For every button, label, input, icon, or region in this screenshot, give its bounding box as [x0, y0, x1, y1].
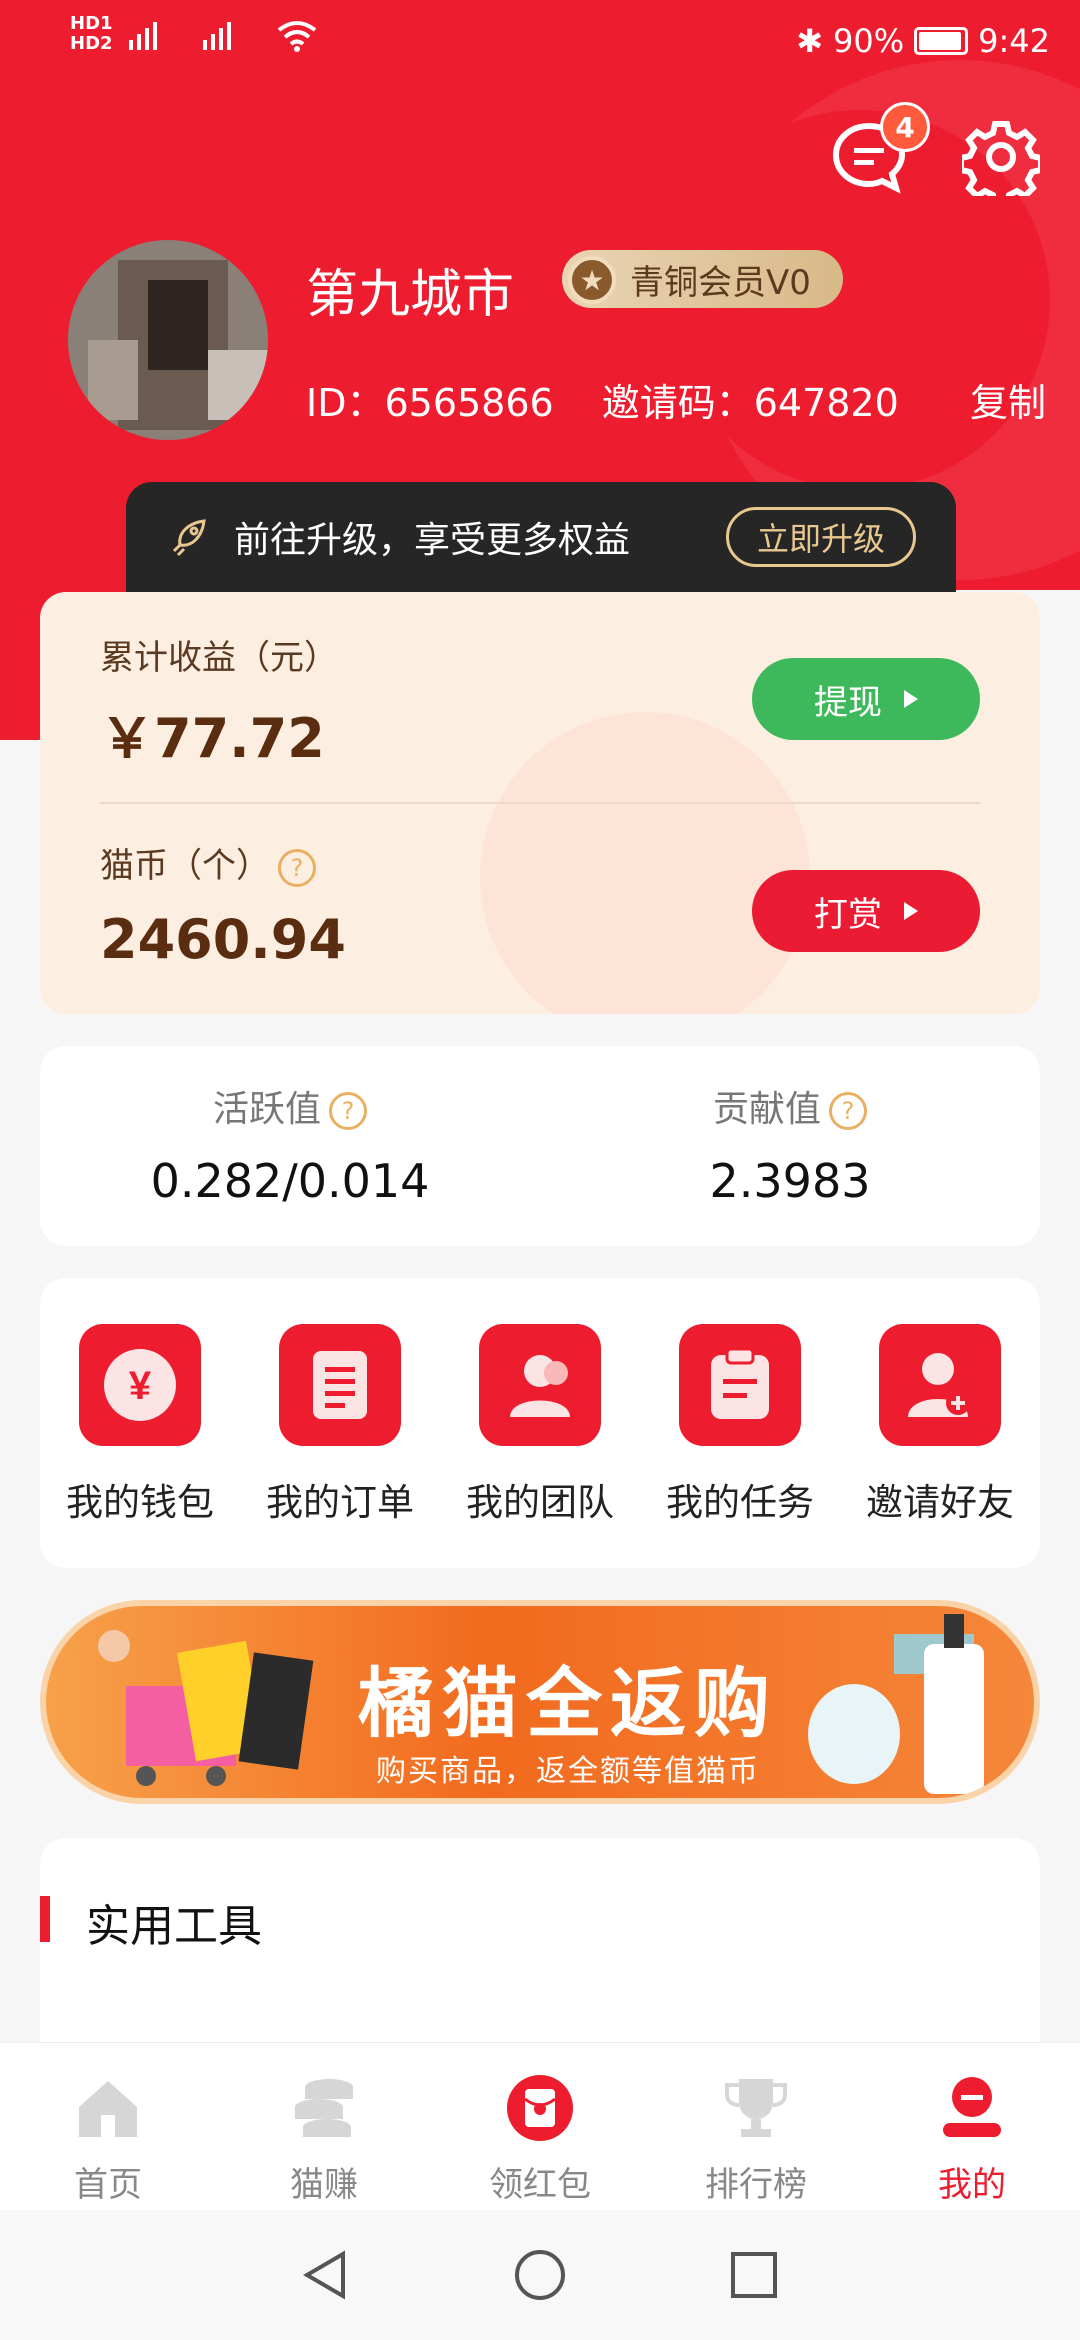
member-level-badge[interactable]: ★ 青铜会员V0: [562, 250, 843, 308]
nav-mine[interactable]: 我的: [864, 2043, 1080, 2210]
home-circle-icon[interactable]: [513, 2248, 567, 2302]
red-packet-icon: [507, 2075, 573, 2141]
shortcut-label: 我的任务: [666, 1481, 814, 1524]
upgrade-now-button[interactable]: 立即升级: [725, 507, 916, 567]
help-icon[interactable]: ?: [278, 848, 316, 887]
profile-icon: [943, 2077, 1001, 2137]
tip-button[interactable]: 打赏: [752, 870, 980, 952]
sim-indicator: HD1 HD2: [70, 13, 113, 54]
upgrade-text: 前往升级，享受更多权益: [234, 520, 631, 561]
shortcut-grid: ¥ 我的钱包 我的订单 我的团队 我的任务 邀请好友: [40, 1278, 1040, 1568]
shopping-cart-icon: [98, 1630, 314, 1786]
signal-icon-2: [202, 22, 231, 50]
nav-label: 我的: [938, 2165, 1006, 2205]
nav-home[interactable]: 首页: [0, 2043, 216, 2210]
help-icon[interactable]: ?: [829, 1092, 867, 1130]
system-nav-bar: [0, 2210, 1080, 2340]
shortcut-label: 我的钱包: [66, 1481, 214, 1524]
messages-button[interactable]: 4: [830, 102, 930, 196]
nav-label: 首页: [74, 2165, 142, 2205]
back-icon[interactable]: [299, 2248, 353, 2302]
earnings-card: 累计收益（元） ￥77.72 提现 猫币（个）? 2460.94 打赏: [40, 592, 1040, 1014]
coin-value: 2460.94: [100, 908, 346, 971]
help-icon[interactable]: ?: [329, 1092, 367, 1130]
clock: 9:42: [978, 22, 1050, 60]
tools-title: 实用工具: [86, 1901, 262, 1952]
battery-icon: [914, 27, 969, 55]
nav-red-packet[interactable]: 领红包: [432, 2043, 648, 2210]
shortcut-team[interactable]: 我的团队: [450, 1324, 630, 1568]
product-icon: [808, 1614, 984, 1794]
battery-percent: 90%: [833, 22, 905, 60]
withdraw-label: 提现: [814, 682, 882, 723]
rocket-icon: [172, 519, 206, 557]
nav-label: 排行榜: [705, 2165, 807, 2205]
task-icon: [679, 1324, 801, 1446]
wallet-icon: ¥: [79, 1324, 201, 1446]
team-icon: [479, 1324, 601, 1446]
user-id: ID：6565866: [306, 381, 554, 425]
banner-subtitle: 购买商品，返全额等值猫币: [376, 1754, 760, 1789]
wifi-icon: [277, 21, 316, 52]
total-earnings-value: ￥77.72: [100, 707, 325, 770]
active-label: 活跃值: [212, 1089, 321, 1130]
trophy-icon: [725, 2079, 787, 2137]
coins-icon: [295, 2079, 353, 2137]
nav-ranking[interactable]: 排行榜: [648, 2043, 864, 2210]
gear-icon: [958, 121, 1044, 207]
avatar[interactable]: [68, 240, 268, 440]
coin-label: 猫币（个）: [100, 846, 270, 886]
withdraw-button[interactable]: 提现: [752, 658, 980, 740]
shortcut-invite[interactable]: 邀请好友: [850, 1324, 1030, 1568]
star-icon: ★: [568, 256, 616, 304]
active-value: 0.282/0.014: [150, 1154, 430, 1208]
signal-icon: [128, 22, 157, 50]
contribution-value: 2.3983: [709, 1154, 871, 1208]
banner-title: 橘猫全返购: [358, 1659, 778, 1748]
promo-banner[interactable]: 橘猫全返购 购买商品，返全额等值猫币: [40, 1600, 1040, 1804]
svg-text:¥: ¥: [129, 1364, 152, 1408]
invite-icon: [879, 1324, 1001, 1446]
tip-label: 打赏: [814, 894, 882, 935]
upgrade-banner[interactable]: 前往升级，享受更多权益 立即升级: [126, 482, 956, 592]
nav-label: 领红包: [489, 2165, 591, 2205]
active-stat: 活跃值? 0.282/0.014: [40, 1046, 540, 1246]
username: 第九城市: [306, 265, 515, 325]
shortcut-tasks[interactable]: 我的任务: [650, 1324, 830, 1568]
contribution-label: 贡献值: [712, 1089, 821, 1130]
coin-label-row: 猫币（个）?: [100, 838, 316, 887]
home-icon: [79, 2081, 137, 2137]
copy-button[interactable]: 复制: [970, 372, 1046, 427]
contribution-stat: 贡献值? 2.3983: [540, 1046, 1040, 1246]
nav-label: 猫赚: [290, 2165, 358, 2205]
status-bar: HD1 HD2 ✱ 90% 9:42: [0, 0, 1080, 88]
stats-card: 活跃值? 0.282/0.014 贡献值? 2.3983: [40, 1046, 1040, 1246]
invite-code: 邀请码：647820: [601, 381, 899, 425]
nav-earn[interactable]: 猫赚: [216, 2043, 432, 2210]
shortcut-label: 我的团队: [466, 1481, 614, 1524]
play-icon: [904, 902, 918, 920]
shortcut-orders[interactable]: 我的订单: [250, 1324, 430, 1568]
shortcut-label: 我的订单: [266, 1481, 414, 1524]
message-count-badge: 4: [880, 102, 930, 152]
settings-button[interactable]: [958, 118, 1044, 207]
shortcut-label: 邀请好友: [866, 1481, 1014, 1524]
play-icon: [904, 690, 918, 708]
order-icon: [279, 1324, 401, 1446]
bottom-nav: 首页 猫赚 领红包 排行榜 我的: [0, 2042, 1080, 2210]
recents-icon[interactable]: [727, 2248, 781, 2302]
bluetooth-icon: ✱: [796, 22, 824, 60]
shortcut-wallet[interactable]: ¥ 我的钱包: [50, 1324, 230, 1568]
total-earnings-label: 累计收益（元）: [100, 638, 338, 678]
member-level-text: 青铜会员V0: [630, 262, 811, 303]
